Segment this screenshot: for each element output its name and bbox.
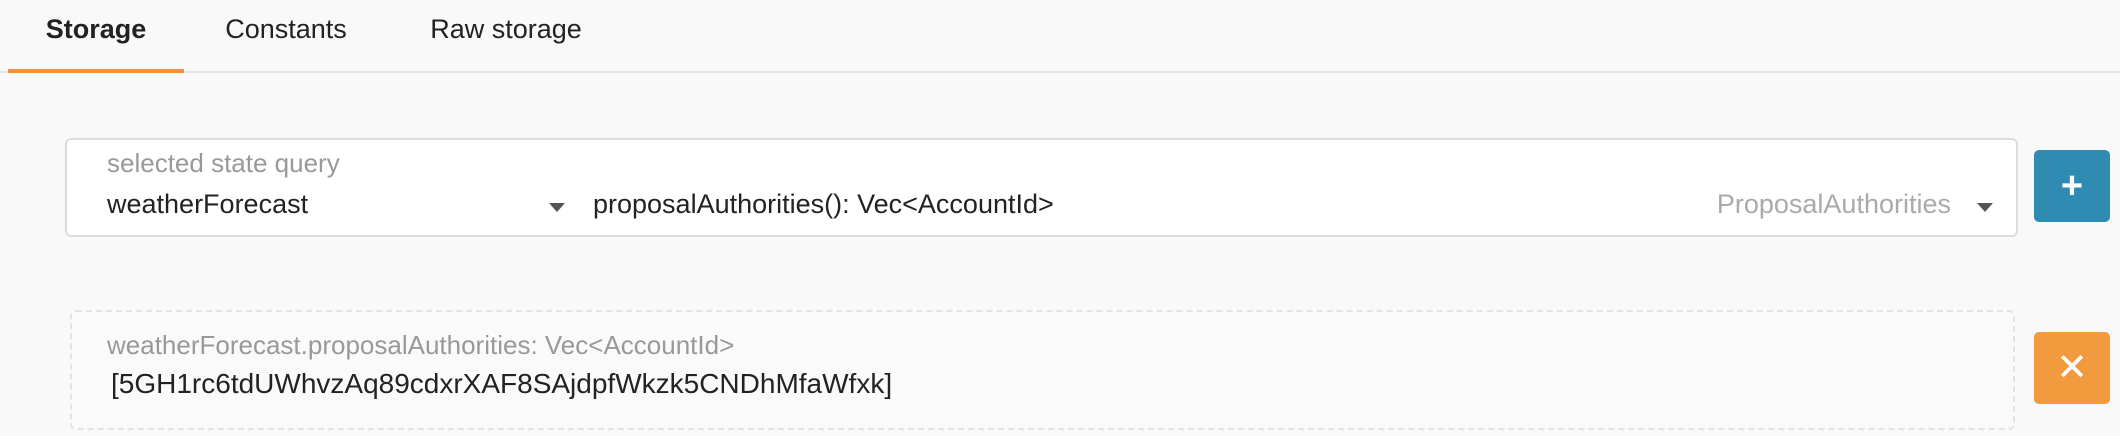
- result-label: weatherForecast.proposalAuthorities: Vec…: [107, 330, 735, 360]
- tab-raw-storage[interactable]: Raw storage: [388, 0, 624, 71]
- tab-storage[interactable]: Storage: [8, 0, 184, 73]
- chevron-down-icon: [1977, 203, 1993, 212]
- remove-result-button[interactable]: ✕: [2034, 332, 2110, 404]
- method-type-label: ProposalAuthorities: [1716, 189, 1951, 219]
- chevron-down-icon: [549, 203, 565, 212]
- add-query-button[interactable]: +: [2034, 150, 2110, 222]
- tab-bar: Storage Constants Raw storage: [0, 0, 2120, 73]
- result-value: [5GH1rc6tdUWhvzAq89cdxrXAF8SAjdpfWkzk5CN…: [111, 368, 893, 399]
- state-query-label: selected state query: [107, 148, 340, 178]
- close-icon: ✕: [2056, 347, 2088, 389]
- query-result: weatherForecast.proposalAuthorities: Vec…: [70, 310, 2015, 430]
- tab-constants[interactable]: Constants: [184, 0, 388, 71]
- method-dropdown[interactable]: proposalAuthorities(): Vec<AccountId> Pr…: [593, 184, 1993, 224]
- method-selected-value: proposalAuthorities(): Vec<AccountId>: [593, 189, 1054, 219]
- chain-state-page: Storage Constants Raw storage selected s…: [0, 0, 2120, 436]
- module-selected-value: weatherForecast: [107, 189, 309, 219]
- module-dropdown[interactable]: weatherForecast: [107, 184, 597, 224]
- state-query-selector: selected state query weatherForecast pro…: [65, 138, 2018, 237]
- plus-icon: +: [2060, 165, 2084, 207]
